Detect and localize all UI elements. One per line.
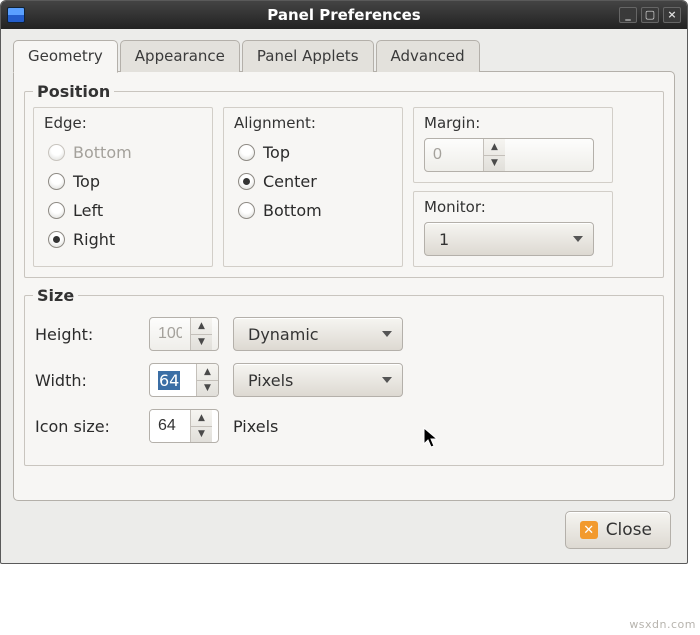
size-group: Size Height: ▲ ▼ Dynamic (24, 286, 664, 466)
alignment-label: Alignment: (234, 114, 392, 132)
radio-icon (238, 173, 255, 190)
margin-input[interactable]: ▲ ▼ (424, 138, 594, 172)
chevron-down-icon (382, 331, 392, 337)
window-buttons: _ ▢ × (619, 7, 687, 23)
width-label: Width: (35, 371, 135, 390)
iconsize-input[interactable]: ▲ ▼ (149, 409, 219, 443)
height-mode-select[interactable]: Dynamic (233, 317, 403, 351)
edge-radio-bottom: Bottom (44, 138, 202, 167)
iconsize-label: Icon size: (35, 417, 135, 436)
app-icon (7, 7, 25, 23)
width-row: Width: 64 ▲ ▼ Pixels (35, 363, 655, 397)
window-title: Panel Preferences (1, 6, 687, 24)
monitor-box: Monitor: 1 (413, 191, 613, 267)
align-radio-top[interactable]: Top (234, 138, 392, 167)
chevron-down-icon (382, 377, 392, 383)
radio-icon (48, 231, 65, 248)
width-mode-value: Pixels (248, 371, 293, 390)
edge-radio-left[interactable]: Left (44, 196, 202, 225)
close-button[interactable]: ✕ Close (565, 511, 671, 549)
spin-down-icon[interactable]: ▼ (484, 155, 505, 172)
margin-monitor-box: Margin: ▲ ▼ Monitor: (413, 107, 613, 267)
dialog-buttonbar: ✕ Close (13, 501, 675, 551)
margin-label: Margin: (424, 114, 602, 132)
radio-icon (238, 202, 255, 219)
margin-value[interactable] (425, 139, 483, 171)
spin-up-icon[interactable]: ▲ (191, 410, 212, 426)
edge-radio-top[interactable]: Top (44, 167, 202, 196)
spin-up-icon[interactable]: ▲ (484, 139, 505, 155)
spin-down-icon[interactable]: ▼ (191, 426, 212, 443)
client-area: Geometry Appearance Panel Applets Advanc… (1, 29, 687, 563)
monitor-label: Monitor: (424, 198, 602, 216)
radio-icon (48, 173, 65, 190)
spin-down-icon[interactable]: ▼ (197, 380, 218, 397)
spin-up-icon[interactable]: ▲ (191, 318, 212, 334)
edge-label: Edge: (44, 114, 202, 132)
width-mode-select[interactable]: Pixels (233, 363, 403, 397)
position-group: Position Edge: Bottom Top (24, 82, 664, 278)
radio-icon (238, 144, 255, 161)
width-input[interactable]: 64 ▲ ▼ (149, 363, 219, 397)
edge-box: Edge: Bottom Top Left (33, 107, 213, 267)
chevron-down-icon (573, 236, 583, 242)
radio-icon (48, 202, 65, 219)
tab-panel-applets[interactable]: Panel Applets (242, 40, 374, 72)
close-window-button[interactable]: × (663, 7, 681, 23)
height-value[interactable] (150, 318, 190, 350)
window: Panel Preferences _ ▢ × Geometry Appeara… (0, 0, 688, 564)
height-mode-value: Dynamic (248, 325, 319, 344)
watermark: wsxdn.com (629, 618, 696, 631)
maximize-button[interactable]: ▢ (641, 7, 659, 23)
radio-label: Top (73, 172, 100, 191)
radio-label: Right (73, 230, 115, 249)
radio-label: Center (263, 172, 317, 191)
tab-bar: Geometry Appearance Panel Applets Advanc… (13, 39, 675, 72)
height-label: Height: (35, 325, 135, 344)
radio-label: Bottom (263, 201, 322, 220)
size-legend: Size (33, 286, 78, 305)
margin-box: Margin: ▲ ▼ (413, 107, 613, 183)
height-input[interactable]: ▲ ▼ (149, 317, 219, 351)
titlebar[interactable]: Panel Preferences _ ▢ × (1, 1, 687, 29)
monitor-select[interactable]: 1 (424, 222, 594, 256)
align-radio-center[interactable]: Center (234, 167, 392, 196)
height-row: Height: ▲ ▼ Dynamic (35, 317, 655, 351)
align-radio-bottom[interactable]: Bottom (234, 196, 392, 225)
tab-advanced[interactable]: Advanced (376, 40, 480, 72)
tab-panel: Position Edge: Bottom Top (13, 71, 675, 501)
tab-appearance[interactable]: Appearance (120, 40, 240, 72)
edge-radio-right[interactable]: Right (44, 225, 202, 254)
iconsize-value[interactable] (150, 410, 190, 442)
close-icon: ✕ (580, 521, 598, 539)
tab-geometry[interactable]: Geometry (13, 40, 118, 73)
minimize-button[interactable]: _ (619, 7, 637, 23)
spin-down-icon[interactable]: ▼ (191, 334, 212, 351)
radio-icon (48, 144, 65, 161)
position-legend: Position (33, 82, 114, 101)
iconsize-row: Icon size: ▲ ▼ Pixels (35, 409, 655, 443)
radio-label: Left (73, 201, 103, 220)
spin-up-icon[interactable]: ▲ (197, 364, 218, 380)
monitor-value: 1 (439, 230, 449, 249)
radio-label: Bottom (73, 143, 132, 162)
close-button-label: Close (606, 520, 652, 540)
radio-label: Top (263, 143, 290, 162)
alignment-box: Alignment: Top Center Bottom (223, 107, 403, 267)
iconsize-unit: Pixels (233, 417, 278, 436)
